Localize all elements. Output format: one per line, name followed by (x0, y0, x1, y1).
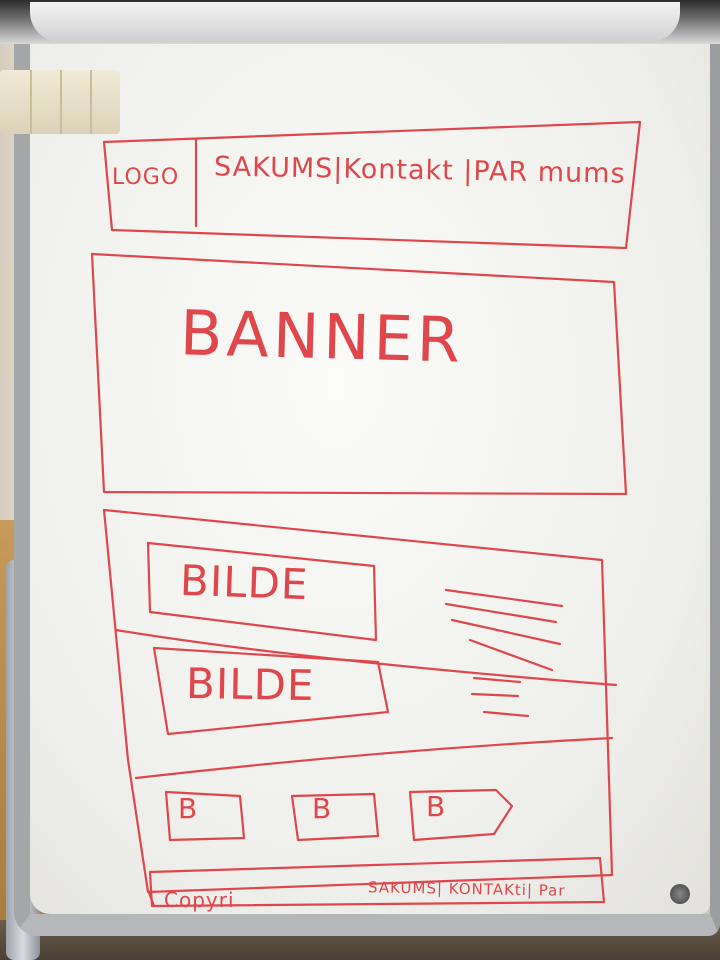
banner-label: BANNER (179, 296, 465, 377)
copyright-label: Copyri (164, 888, 235, 912)
thumbnail-2-box (290, 792, 380, 842)
thumbnail-label: B (312, 792, 333, 825)
text-line (482, 710, 530, 718)
image-2-separator (134, 736, 614, 780)
text-line (472, 676, 522, 684)
thumbnail-label: B (426, 790, 447, 823)
text-line (450, 618, 562, 646)
logo-label: LOGO (112, 165, 180, 190)
wireframe-sketch (90, 120, 642, 908)
text-line (470, 692, 520, 698)
text-line (444, 588, 564, 608)
thumbnail-label: B (178, 792, 199, 825)
image-1-label: BILDE (179, 555, 310, 610)
image-2-label: BILDE (185, 658, 315, 711)
footer-nav-label: SAKUMS| KONTAKti| Par (367, 878, 566, 900)
text-line (468, 638, 554, 672)
text-line (444, 602, 558, 624)
